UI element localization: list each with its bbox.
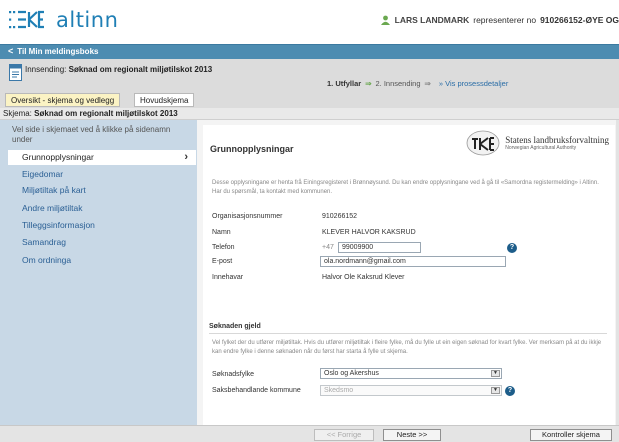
user-info: LARS LANDMARK representerer no 910266152… [380, 15, 619, 25]
app-window: altinn LARS LANDMARK representerer no 91… [0, 0, 619, 442]
epost-label: E-post [212, 258, 233, 265]
orgnr-label: Organisasjonsnummer [212, 213, 283, 220]
form-page: Grunnopplysningar Statens landbruksforva… [203, 125, 615, 425]
sidebar-item-label: Eigedomar [22, 169, 64, 179]
section-divider [209, 333, 607, 334]
altinn-logo[interactable]: altinn [8, 8, 118, 32]
schema-bar: Skjema: Søknad om regionalt miljøtilskot… [0, 108, 619, 120]
previous-button[interactable]: << Forrige [314, 429, 374, 441]
sidebar-item-label: Andre miljøtiltak [22, 203, 83, 213]
submission-title: Innsending: Søknad om regionalt miljøtil… [25, 65, 212, 74]
tab-overview[interactable]: Oversikt - skjema og vedlegg [5, 93, 121, 107]
fylke-value: Oslo og Akershus [324, 370, 379, 377]
telefon-input[interactable]: 99009900 [338, 242, 421, 253]
agency-logo: Statens landbruksforvaltning Norwegian A… [466, 130, 609, 156]
chevron-down-icon: ▼ [491, 387, 500, 394]
sidebar-item-grunnopplysningar[interactable]: Grunnopplysningar › [8, 150, 196, 165]
agency-name: Statens landbruksforvaltning [505, 135, 609, 145]
submission-form-name: Søknad om regionalt miljøtilskot 2013 [68, 65, 213, 74]
telefon-prefix: +47 [322, 244, 334, 251]
help-icon[interactable]: ? [505, 386, 515, 396]
step-filler: 1. Utfyllar [327, 79, 362, 88]
sidebar-item-label: Grunnopplysningar [22, 152, 94, 162]
schema-prefix: Skjema: [3, 109, 32, 118]
process-steps: 1. Utfyllar ⇒ 2. Innsending ⇒ » Vis pros… [327, 79, 508, 88]
sidebar-item-eigedomar[interactable]: Eigedomar [8, 167, 196, 182]
step-arrow-icon: ⇒ [424, 79, 431, 88]
footer-bar: << Forrige Neste >> Kontroller skjema [0, 425, 619, 442]
namn-label: Namn [212, 229, 231, 236]
represents-text: representerer no [473, 15, 537, 25]
main-content: Grunnopplysningar Statens landbruksforva… [197, 120, 616, 425]
tab-bar: Oversikt - skjema og vedlegg Hovudskjema [0, 92, 619, 108]
sidebar-item-miljotiltak-kart[interactable]: Miljøtiltak på kart [8, 183, 196, 198]
sidebar: Vel side i skjemaet ved å klikke på side… [0, 120, 197, 425]
chevron-left-icon: < [8, 46, 14, 56]
sidebar-item-tilleggsinformasjon[interactable]: Tilleggsinformasjon [8, 218, 196, 233]
process-details-label: Vis prosessdetaljer [445, 79, 509, 88]
fylke-select[interactable]: Oslo og Akershus ▼ [320, 368, 502, 379]
user-name: LARS LANDMARK [394, 15, 470, 25]
epost-input[interactable]: ola.nordmann@gmail.com [320, 256, 506, 267]
back-to-inbox-link[interactable]: < Til Min meldingsboks [8, 46, 98, 56]
help-icon[interactable]: ? [507, 243, 517, 253]
submission-header: Innsending: Søknad om regionalt miljøtil… [0, 59, 619, 92]
agency-text: Statens landbruksforvaltning Norwegian A… [505, 135, 609, 151]
innehavar-value: Halvor Ole Kaksrud Klever [322, 274, 405, 281]
check-form-button[interactable]: Kontroller skjema [530, 429, 612, 441]
top-header: altinn LARS LANDMARK representerer no 91… [0, 0, 619, 42]
kommune-label: Saksbehandlande kommune [212, 387, 301, 394]
sidebar-item-label: Tilleggsinformasjon [22, 220, 95, 230]
sidebar-item-label: Miljøtiltak på kart [22, 185, 86, 195]
section-title: Grunnopplysningar [210, 144, 294, 154]
telefon-label: Telefon [212, 244, 235, 251]
info-text: Desse opplysningane er henta frå Einings… [212, 180, 599, 195]
sidebar-item-om-ordninga[interactable]: Om ordninga [8, 253, 196, 268]
kommune-value: Skedsmo [324, 387, 354, 394]
nav-bar: < Til Min meldingsboks [0, 44, 619, 59]
process-details-link[interactable]: » Vis prosessdetaljer [439, 79, 509, 88]
sidebar-item-samandrag[interactable]: Samandrag [8, 235, 196, 250]
sidebar-item-label: Samandrag [22, 237, 66, 247]
orgnr-value: 910266152 [322, 213, 358, 220]
kommune-select[interactable]: Skedsmo ▼ [320, 385, 502, 396]
next-button[interactable]: Neste >> [383, 429, 441, 441]
agency-emblem-icon [466, 130, 500, 156]
schema-title: Søknad om regionalt miljøtilskot 2013 [34, 109, 178, 118]
sidebar-item-label: Om ordninga [22, 255, 72, 265]
chevron-down-icon: ▼ [491, 370, 500, 377]
soknad-section-title: Søknaden gjeld [209, 323, 261, 330]
chevron-right-icon: › [184, 151, 188, 163]
sidebar-item-andre-miljotiltak[interactable]: Andre miljøtiltak [8, 201, 196, 216]
back-link-label: Til Min meldingsboks [17, 46, 99, 56]
user-icon [380, 15, 390, 25]
tab-main-form[interactable]: Hovudskjema [134, 93, 195, 107]
document-icon [9, 64, 22, 81]
logo-text: altinn [56, 8, 119, 32]
altinn-logo-icon [9, 10, 44, 29]
soknad-note: Vel fylket der du utfører miljøtiltak. H… [212, 340, 602, 355]
org-number: 910266152-ØYE OG [540, 15, 619, 25]
step-arrow-icon: ⇒ [365, 79, 372, 88]
step-submission: 2. Innsending [375, 79, 421, 88]
sidebar-hint: Vel side i skjemaet ved å klikke på side… [12, 125, 171, 144]
agency-name-en: Norwegian Agricultural Authority [505, 145, 577, 151]
innehavar-label: Innehavar [212, 274, 244, 281]
namn-value: KLEVER HALVOR KAKSRUD [322, 229, 416, 236]
fylke-label: Søknadsfylke [212, 371, 255, 378]
submission-prefix: Innsending: [25, 65, 67, 74]
